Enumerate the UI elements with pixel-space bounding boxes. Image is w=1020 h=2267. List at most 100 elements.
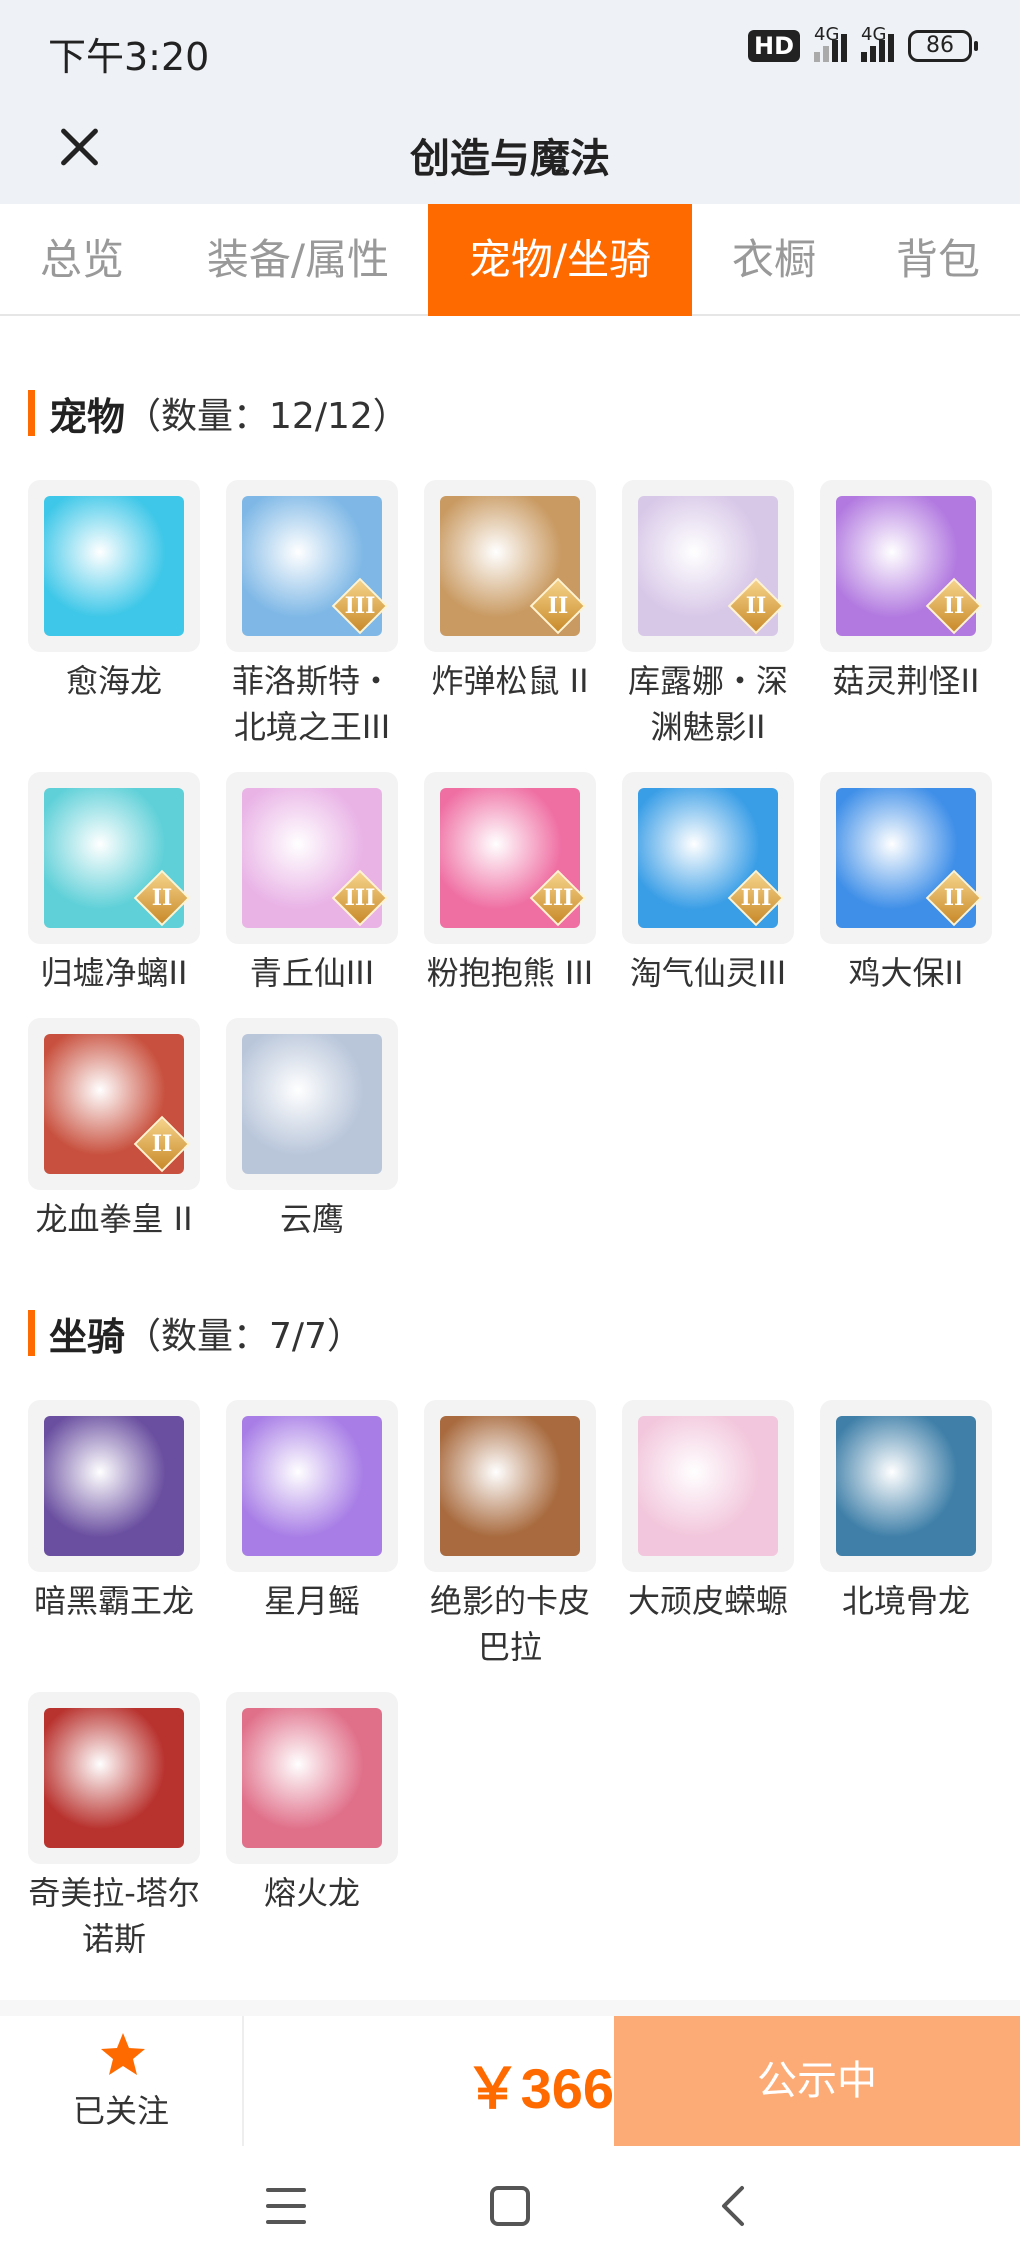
pet-name: 鸡大保II: [848, 954, 964, 992]
pet-name: 淘气仙灵III: [629, 954, 787, 992]
mount-image: [638, 1416, 778, 1556]
pets-title: 宠物: [49, 394, 126, 439]
pet-item[interactable]: 愈海龙: [28, 480, 200, 704]
mount-item[interactable]: 暗黑霸王龙: [28, 1400, 200, 1624]
mount-item[interactable]: 奇美拉-塔尔诺斯: [28, 1692, 200, 1962]
pet-thumbnail: II: [820, 772, 992, 944]
pet-thumbnail: II: [820, 480, 992, 652]
pet-name: 归墟净螭II: [40, 954, 188, 992]
menu-icon[interactable]: [266, 2188, 306, 2224]
follow-button[interactable]: 已关注: [0, 2016, 244, 2146]
tab-backpack[interactable]: 背包: [856, 204, 1020, 316]
mount-thumbnail: [28, 1400, 200, 1572]
pet-item[interactable]: II 菇灵荆怪II: [820, 480, 992, 704]
pets-count: （数量：12/12）: [125, 396, 409, 437]
pet-item[interactable]: II 炸弹松鼠 II: [424, 480, 596, 704]
mount-thumbnail: [820, 1400, 992, 1572]
status-bar: 下午3:20 HD 4G 4G 86: [0, 0, 1020, 100]
pet-item[interactable]: III 菲洛斯特・北境之王III: [226, 480, 398, 750]
pet-name: 愈海龙: [65, 662, 162, 700]
mount-item[interactable]: 大顽皮蝾螈: [622, 1400, 794, 1624]
mount-name: 星月鳐: [263, 1582, 360, 1620]
pet-thumbnail: II: [28, 772, 200, 944]
system-nav-bar: [0, 2146, 1020, 2267]
pet-name: 炸弹松鼠 II: [431, 662, 589, 700]
tab-overview[interactable]: 总览: [0, 204, 164, 316]
tab-pets-mounts[interactable]: 宠物/坐骑: [428, 204, 692, 316]
mount-name: 暗黑霸王龙: [33, 1582, 194, 1620]
mount-name: 熔火龙: [263, 1874, 360, 1912]
divider: [0, 2000, 1020, 2016]
pet-item[interactable]: II 鸡大保II: [820, 772, 992, 996]
pet-thumbnail: III: [622, 772, 794, 944]
mount-image: [242, 1416, 382, 1556]
pet-name: 粉抱抱熊 III: [426, 954, 594, 992]
pet-name: 云鹰: [279, 1200, 344, 1238]
tab-equipment[interactable]: 装备/属性: [172, 204, 424, 316]
pet-image: [44, 496, 184, 636]
mounts-title: 坐骑: [49, 1314, 126, 1359]
follow-label: 已关注: [72, 2092, 169, 2130]
mount-image: [44, 1708, 184, 1848]
pet-image: [242, 1034, 382, 1174]
pet-thumbnail: III: [226, 480, 398, 652]
section-accent-bar: [28, 1310, 35, 1356]
mount-image: [242, 1708, 382, 1848]
pet-item[interactable]: II 归墟净螭II: [28, 772, 200, 996]
mount-name: 绝影的卡皮巴拉: [429, 1582, 590, 1666]
mounts-count: （数量：7/7）: [125, 1316, 363, 1357]
mount-name: 大顽皮蝾螈: [627, 1582, 788, 1620]
mount-item[interactable]: 北境骨龙: [820, 1400, 992, 1624]
pet-thumbnail: III: [424, 772, 596, 944]
status-icons: HD 4G 4G 86: [747, 24, 978, 62]
battery-icon: 86: [908, 30, 978, 62]
mount-thumbnail: [226, 1692, 398, 1864]
home-icon[interactable]: [490, 2186, 530, 2226]
price: ￥366: [464, 2057, 614, 2120]
pet-name: 菇灵荆怪II: [832, 662, 980, 700]
pet-item[interactable]: II 库露娜・深渊魅影II: [622, 480, 794, 750]
status-time: 下午3:20: [48, 35, 210, 79]
page-title: 创造与魔法: [410, 136, 610, 182]
pet-thumbnail: II: [622, 480, 794, 652]
mount-item[interactable]: 熔火龙: [226, 1692, 398, 1916]
mount-name: 北境骨龙: [841, 1582, 970, 1620]
mount-image: [836, 1416, 976, 1556]
mount-thumbnail: [622, 1400, 794, 1572]
mount-image: [440, 1416, 580, 1556]
star-icon: [101, 2033, 145, 2075]
pet-thumbnail: [28, 480, 200, 652]
mount-item[interactable]: 绝影的卡皮巴拉: [424, 1400, 596, 1670]
pet-thumbnail: III: [226, 772, 398, 944]
pet-name: 库露娜・深渊魅影II: [627, 662, 788, 746]
pet-name: 青丘仙III: [249, 954, 375, 992]
mounts-section-title: 坐骑 （数量：7/7）: [28, 1308, 363, 1359]
section-accent-bar: [28, 390, 35, 436]
mount-item[interactable]: 星月鳐: [226, 1400, 398, 1624]
mount-thumbnail: [28, 1692, 200, 1864]
mount-image: [44, 1416, 184, 1556]
tab-wardrobe[interactable]: 衣橱: [692, 204, 856, 316]
tab-bar: 总览 装备/属性 宠物/坐骑 衣橱 背包: [0, 204, 1020, 316]
hd-icon: HD: [747, 30, 800, 62]
mount-thumbnail: [424, 1400, 596, 1572]
signal-icon-2: 4G: [861, 24, 894, 62]
signal-icon-1: 4G: [814, 24, 847, 62]
pet-item[interactable]: II 龙血拳皇 II: [28, 1018, 200, 1242]
pet-item[interactable]: III 青丘仙III: [226, 772, 398, 996]
back-icon[interactable]: [714, 2182, 754, 2230]
header: 创造与魔法: [0, 100, 1020, 204]
footer-bar: 已关注 ￥366 公示中: [0, 2016, 1020, 2146]
pet-thumbnail: II: [424, 480, 596, 652]
mount-thumbnail: [226, 1400, 398, 1572]
pet-item[interactable]: III 粉抱抱熊 III: [424, 772, 596, 996]
pet-item[interactable]: III 淘气仙灵III: [622, 772, 794, 996]
pet-name: 龙血拳皇 II: [35, 1200, 193, 1238]
pet-item[interactable]: 云鹰: [226, 1018, 398, 1242]
pet-thumbnail: II: [28, 1018, 200, 1190]
pet-name: 菲洛斯特・北境之王III: [231, 662, 392, 746]
public-status-button[interactable]: 公示中: [614, 2016, 1020, 2146]
mount-name: 奇美拉-塔尔诺斯: [28, 1874, 200, 1958]
pet-thumbnail: [226, 1018, 398, 1190]
pets-section-title: 宠物 （数量：12/12）: [28, 388, 409, 439]
